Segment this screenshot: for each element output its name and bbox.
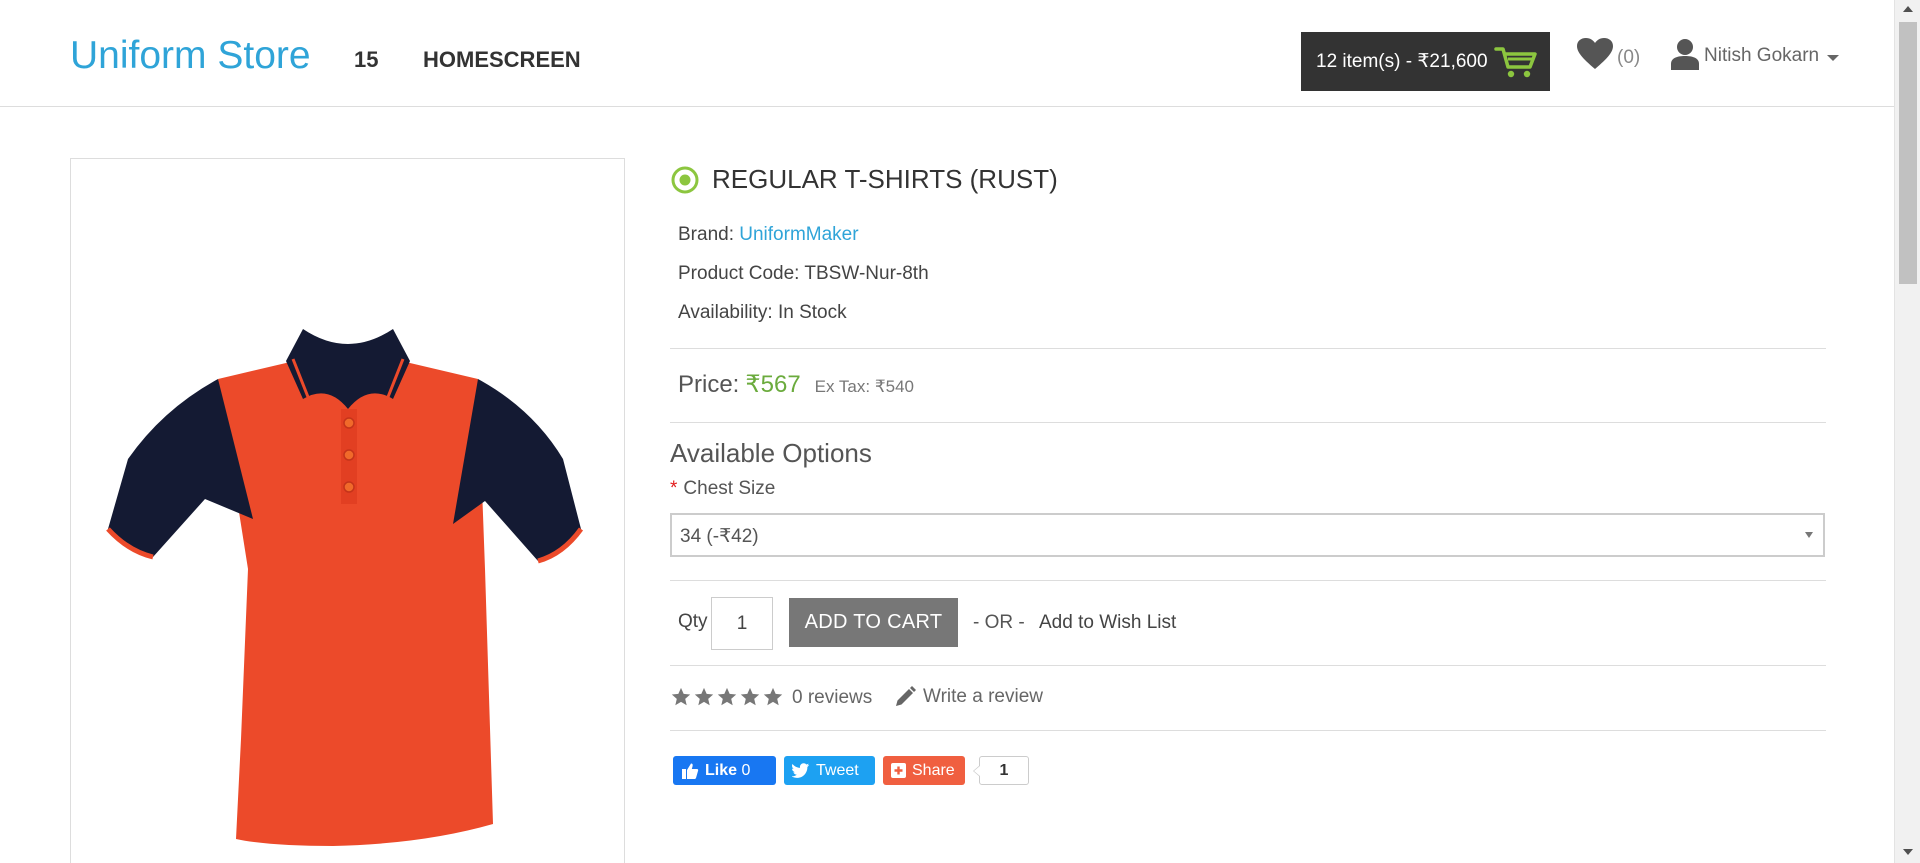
star-icon <box>717 687 737 706</box>
plus-square-icon <box>891 763 906 778</box>
share-label: Share <box>912 761 955 779</box>
cart-button[interactable]: 12 item(s) - ₹21,600 <box>1301 32 1550 91</box>
product-image-frame[interactable] <box>70 158 625 863</box>
star-icon <box>671 687 691 706</box>
qty-label: Qty <box>678 611 708 632</box>
divider <box>670 665 1826 666</box>
nav-item-15[interactable]: 15 <box>354 47 378 73</box>
product-code-label: Product Code: <box>678 263 800 284</box>
tweet-button[interactable]: Tweet <box>784 756 875 785</box>
availability-label: Availability: <box>678 302 773 323</box>
social-share-row: Like 0 Tweet Share 1 <box>673 756 1029 785</box>
facebook-like-button[interactable]: Like 0 <box>673 756 776 785</box>
product-code-row: Product Code: TBSW-Nur-8th <box>678 263 929 285</box>
chest-size-label: * Chest Size <box>670 478 775 500</box>
product-image-tshirt <box>106 329 584 846</box>
required-marker: * <box>670 478 678 499</box>
or-separator: - OR - <box>973 612 1025 633</box>
page-scrollbar[interactable] <box>1894 0 1920 863</box>
star-icon <box>740 687 760 706</box>
brand-link[interactable]: UniformMaker <box>739 224 858 245</box>
twitter-bird-icon <box>792 762 810 778</box>
star-icon <box>763 687 783 706</box>
availability-row: Availability: In Stock <box>678 302 847 324</box>
like-label: Like <box>705 761 738 779</box>
user-icon <box>1671 39 1699 70</box>
add-to-cart-button[interactable]: ADD TO CART <box>789 598 958 647</box>
chest-size-selected-value: 34 (-₹42) <box>680 526 759 547</box>
price-label: Price: <box>678 371 740 398</box>
star-icon <box>694 687 714 706</box>
like-count: 0 <box>741 761 751 779</box>
site-header: Uniform Store 15 HOMESCREEN 12 item(s) -… <box>0 0 1894 107</box>
available-options-heading: Available Options <box>670 438 872 468</box>
brand-label: Brand: <box>678 224 734 245</box>
share-button[interactable]: Share <box>883 756 965 785</box>
cart-icon <box>1494 47 1537 78</box>
chest-size-label-text: Chest Size <box>683 478 776 499</box>
tweet-label: Tweet <box>816 761 859 779</box>
product-code-value: TBSW-Nur-8th <box>804 263 929 284</box>
price-value: ₹567 <box>745 371 801 398</box>
radio-selected-icon <box>671 166 699 193</box>
reviews-count-link[interactable]: 0 reviews <box>792 687 872 709</box>
product-title-row: REGULAR T-SHIRTS (RUST) <box>670 164 1058 195</box>
rating-stars <box>670 686 785 708</box>
caret-down-icon <box>1827 55 1840 61</box>
share-count-bubble: 1 <box>973 756 1029 785</box>
wishlist-count: (0) <box>1617 47 1641 68</box>
quantity-input[interactable]: 1 <box>711 597 773 650</box>
divider <box>670 348 1826 349</box>
wishlist-link[interactable]: (0) <box>1576 36 1640 72</box>
write-review-text: Write a review <box>923 686 1044 707</box>
user-menu[interactable]: Nitish Gokarn <box>1670 38 1840 70</box>
price-row: Price: ₹567 Ex Tax: ₹540 <box>678 370 914 399</box>
select-arrow-icon <box>1805 532 1813 538</box>
add-to-wishlist-link[interactable]: Add to Wish List <box>1039 612 1176 634</box>
divider <box>670 730 1826 731</box>
write-review-link[interactable]: Write a review <box>893 685 1043 709</box>
brand-row: Brand: UniformMaker <box>678 224 859 246</box>
scroll-up-arrow-icon[interactable] <box>1903 6 1913 12</box>
thumbs-up-icon <box>682 763 699 779</box>
availability-value: In Stock <box>777 302 847 323</box>
scroll-down-arrow-icon[interactable] <box>1903 849 1913 855</box>
pencil-icon <box>896 686 916 706</box>
chest-size-select[interactable]: 34 (-₹42) <box>670 513 1825 557</box>
nav-item-homescreen[interactable]: HOMESCREEN <box>423 47 581 73</box>
cart-summary: 12 item(s) - ₹21,600 <box>1316 51 1488 72</box>
product-title: REGULAR T-SHIRTS (RUST) <box>712 164 1058 194</box>
store-logo[interactable]: Uniform Store <box>70 34 311 78</box>
divider <box>670 422 1826 423</box>
ex-tax-price: Ex Tax: ₹540 <box>814 377 915 396</box>
scroll-thumb[interactable] <box>1899 22 1917 284</box>
heart-icon <box>1577 38 1613 69</box>
user-name: Nitish Gokarn <box>1704 45 1820 66</box>
divider <box>670 580 1826 581</box>
